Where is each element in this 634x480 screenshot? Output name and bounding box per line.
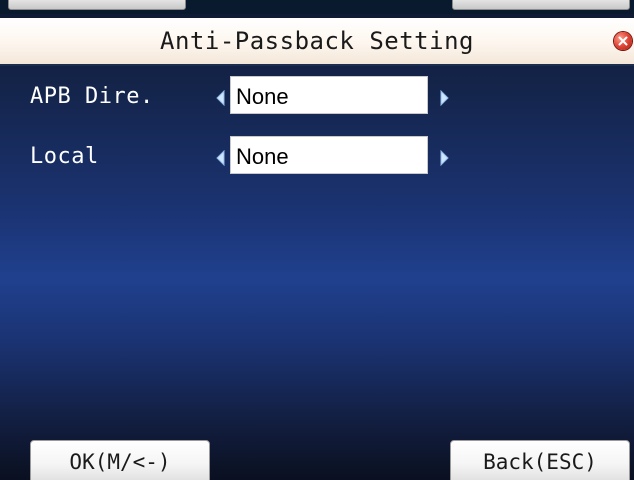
setting-row-local[interactable]: Local None: [0, 136, 634, 180]
arrow-right-icon[interactable]: [440, 90, 450, 106]
close-button[interactable]: [614, 32, 632, 50]
close-icon: [618, 36, 628, 46]
apb-direction-value: None: [236, 84, 289, 109]
setting-label-local: Local: [30, 144, 99, 169]
arrow-left-icon[interactable]: [215, 90, 225, 106]
back-button[interactable]: Back(ESC): [450, 440, 630, 480]
top-tab-left: [8, 0, 186, 10]
local-value-field[interactable]: None: [230, 136, 428, 174]
setting-label-apb-direction: APB Dire.: [30, 84, 154, 109]
top-tab-right: [452, 0, 630, 10]
page-title: Anti-Passback Setting: [160, 27, 474, 55]
apb-direction-value-field[interactable]: None: [230, 76, 428, 114]
arrow-left-icon[interactable]: [215, 150, 225, 166]
local-value: None: [236, 144, 289, 169]
setting-row-apb-direction[interactable]: APB Dire. None: [0, 76, 634, 120]
title-bar: Anti-Passback Setting: [0, 18, 634, 66]
device-screen: Anti-Passback Setting APB Dire. None Loc…: [0, 0, 634, 480]
top-strip: [0, 0, 634, 14]
ok-button[interactable]: OK(M/<-): [30, 440, 210, 480]
arrow-right-icon[interactable]: [440, 150, 450, 166]
